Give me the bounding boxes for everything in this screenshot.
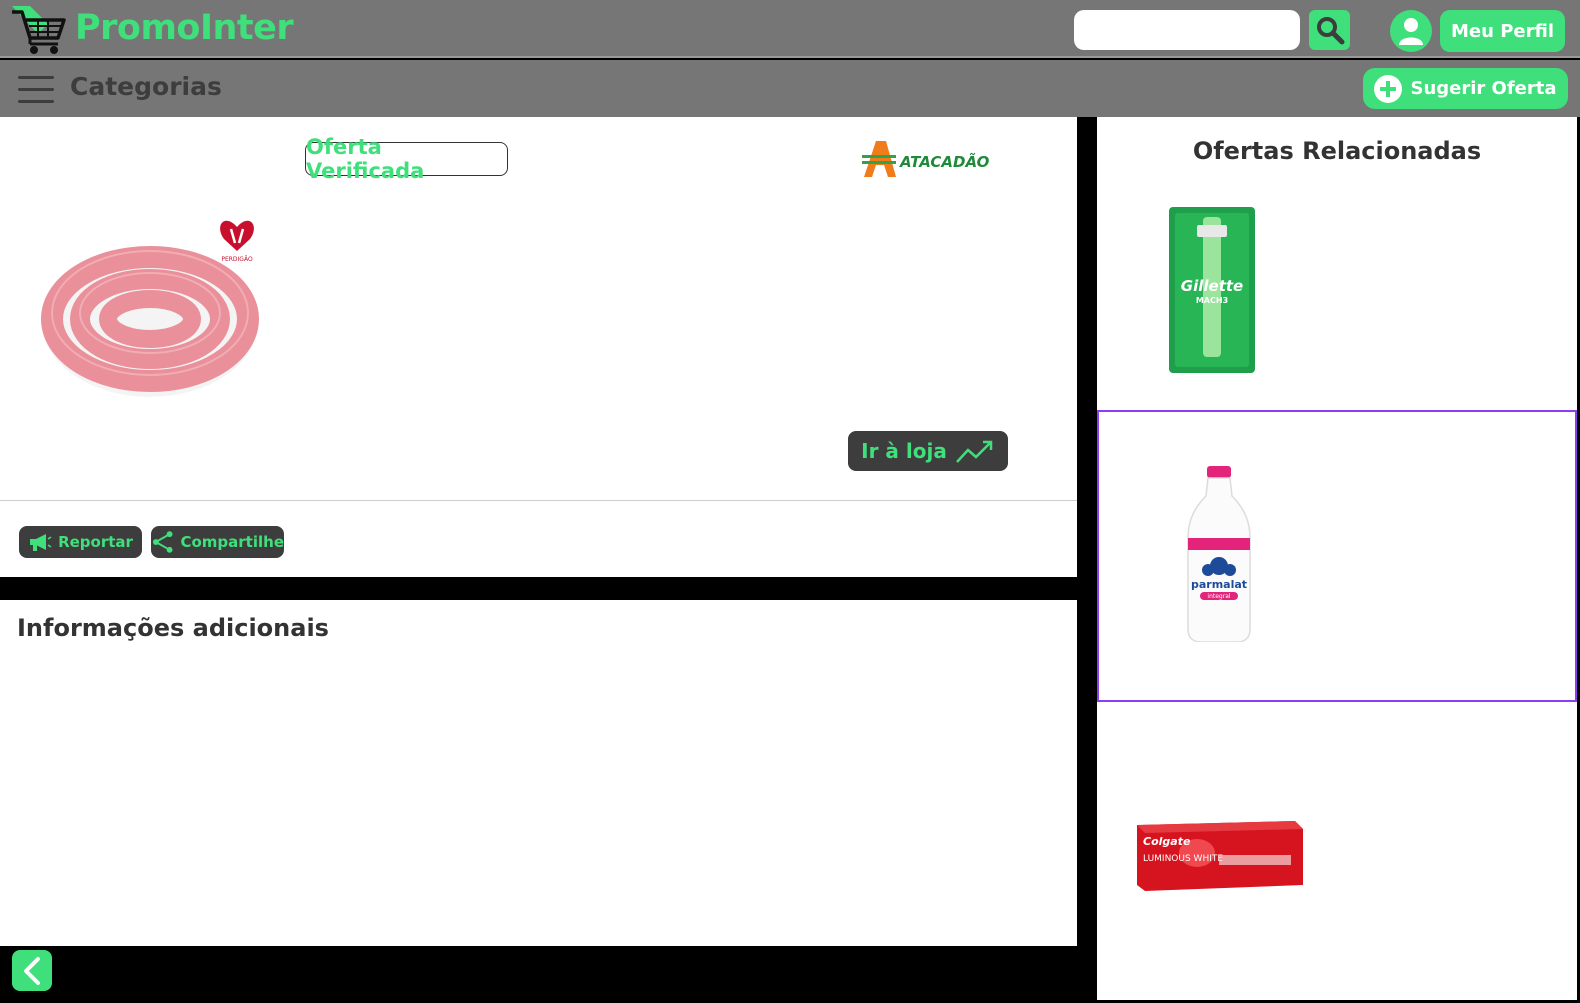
report-label: Reportar [58, 533, 133, 551]
avatar[interactable] [1390, 10, 1432, 52]
related-subtext: integral [1207, 593, 1230, 600]
perdigao-logo-icon: PERDIGÃO [220, 220, 254, 263]
search-button[interactable] [1309, 10, 1350, 50]
related-brand: Gillette [1181, 277, 1243, 295]
store-name: ATACADÃO [899, 152, 990, 171]
share-icon [152, 531, 173, 553]
related-offer-item[interactable]: parmalat integral [1097, 410, 1577, 702]
search-input[interactable] [1074, 10, 1300, 50]
search-icon [1316, 17, 1344, 45]
menu-icon[interactable] [18, 76, 54, 103]
toothpaste-product-image: Colgate LUMINOUS WHITE [1137, 821, 1303, 891]
store-logo[interactable]: ATACADÃO [862, 137, 1002, 181]
related-brand: Colgate [1143, 835, 1191, 848]
category-bar: Categorias Sugerir Oferta [0, 60, 1580, 117]
offer-card: Oferta Verificada ATACADÃO PERDIGÃO Ir à… [0, 117, 1077, 577]
categories-label[interactable]: Categorias [70, 72, 222, 101]
related-offer-item[interactable]: Gillette MACH3 [1097, 117, 1577, 409]
suggest-offer-button[interactable]: Sugerir Oferta [1363, 68, 1568, 109]
share-label: Compartilhe [180, 533, 284, 551]
sausage-product-image: PERDIGÃO [41, 220, 259, 397]
profile-button[interactable]: Meu Perfil [1440, 10, 1565, 52]
top-navbar: PromoInter Meu Perfil [0, 0, 1580, 58]
related-offers-sidebar: Ofertas Relacionadas Gillette MACH3 parm… [1097, 117, 1577, 1000]
plus-icon [1374, 74, 1403, 103]
go-to-store-button[interactable]: Ir à loja [848, 431, 1008, 471]
report-button[interactable]: Reportar [19, 526, 142, 558]
megaphone-icon [30, 534, 52, 551]
related-brand: parmalat [1191, 578, 1247, 591]
share-button[interactable]: Compartilhe [151, 526, 284, 558]
go-to-store-label: Ir à loja [861, 439, 947, 463]
related-subtext: LUMINOUS WHITE [1143, 854, 1223, 864]
trending-up-icon [955, 440, 993, 463]
back-button[interactable] [12, 950, 52, 991]
user-icon [1399, 18, 1423, 45]
chevron-left-icon [24, 956, 40, 985]
razor-product-image: Gillette MACH3 [1169, 207, 1255, 373]
related-subtext: MACH3 [1196, 296, 1228, 305]
additional-info-title: Informações adicionais [17, 614, 329, 642]
additional-info-panel: Informações adicionais [0, 600, 1077, 946]
brand-mark: PERDIGÃO [221, 256, 253, 263]
milk-bottle-product-image: parmalat integral [1187, 466, 1251, 642]
divider [0, 500, 1077, 501]
brand-name[interactable]: PromoInter [75, 8, 294, 48]
verified-badge: Oferta Verificada [305, 135, 508, 183]
related-offer-item[interactable]: Colgate LUMINOUS WHITE [1097, 703, 1577, 995]
suggest-offer-label: Sugerir Oferta [1410, 78, 1557, 99]
shopping-cart-logo-icon[interactable] [8, 4, 68, 56]
